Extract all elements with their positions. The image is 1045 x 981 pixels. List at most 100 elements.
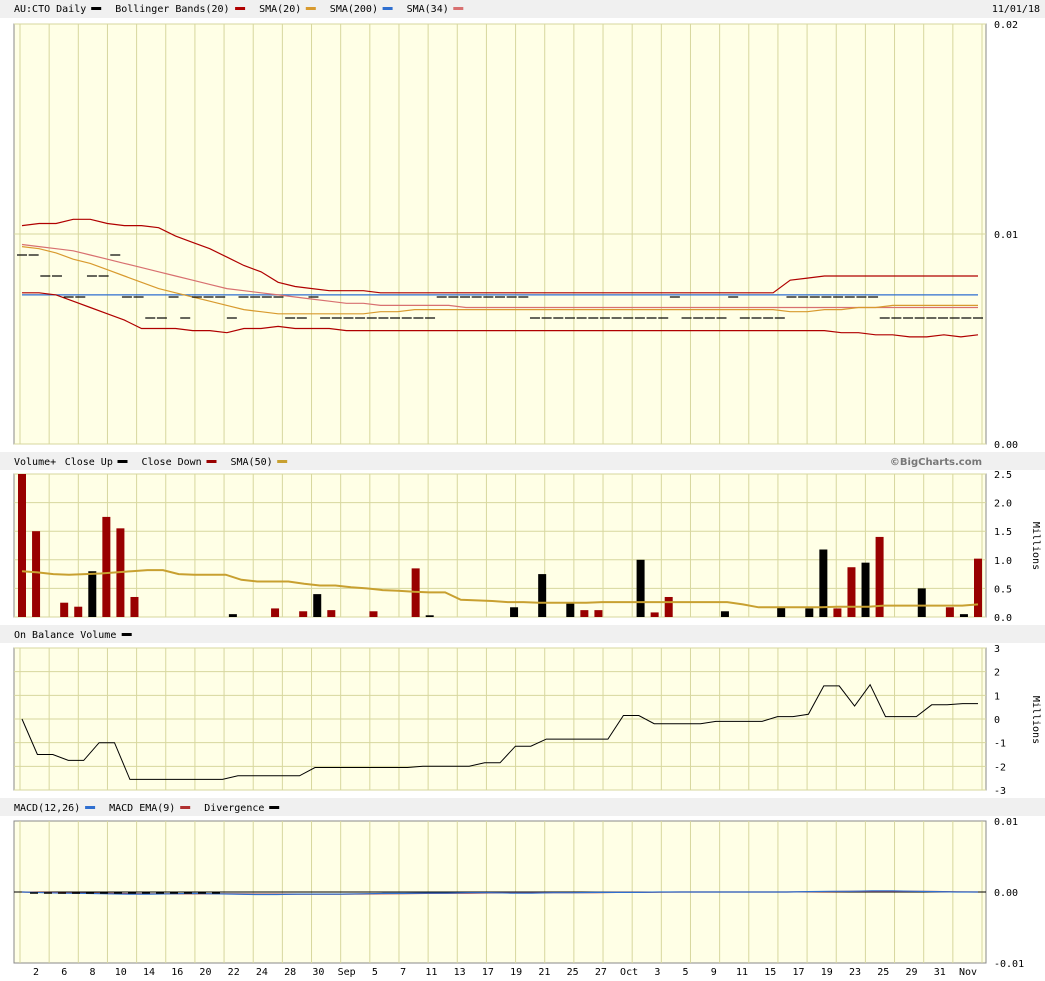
legend-label: Volume+ xyxy=(14,457,56,468)
x-tick-label: 22 xyxy=(228,967,240,978)
x-tick-label: 3 xyxy=(654,967,660,978)
legend-label: AU:CTO Daily xyxy=(14,4,86,15)
volume-bar xyxy=(720,611,729,617)
volume-bar xyxy=(425,615,434,617)
volume-bar xyxy=(130,596,139,617)
volume-y-axis: 2.5 2.0 1.5 1.0 0.5 0.0 xyxy=(994,470,1012,624)
y-tick-label: 0.00 xyxy=(994,888,1018,899)
volume-unit-label: Millions xyxy=(1030,522,1041,570)
chart-date: 11/01/18 xyxy=(992,4,1040,15)
price-y-axis: 0.02 0.01 0.00 xyxy=(994,20,1018,451)
y-tick-label: 0 xyxy=(994,715,1000,726)
x-tick-label: 14 xyxy=(143,967,155,978)
y-tick-label: 1 xyxy=(994,691,1000,702)
volume-bar xyxy=(299,611,308,617)
volume-bar xyxy=(959,614,968,617)
x-tick-label: Sep xyxy=(338,967,356,978)
y-tick-label: 2 xyxy=(994,668,1000,679)
volume-bar xyxy=(580,610,589,617)
y-tick-label: 3 xyxy=(994,644,1000,655)
volume-bar xyxy=(833,608,842,617)
y-tick-label: 0.02 xyxy=(994,20,1018,31)
stock-chart: 11/01/18 0.02 0.01 0.00 AU:CTO Daily Bollin… xyxy=(0,0,1045,978)
x-tick-label: 17 xyxy=(793,967,805,978)
volume-bar xyxy=(313,594,322,617)
volume-bar xyxy=(74,606,83,617)
legend-label: MACD EMA(9) xyxy=(109,803,175,814)
x-tick-label: 2 xyxy=(33,967,39,978)
x-tick-label: 11 xyxy=(425,967,437,978)
y-tick-label: -3 xyxy=(994,786,1006,797)
legend-swatch xyxy=(121,633,132,636)
y-tick-label: 0.01 xyxy=(994,817,1018,828)
legend-swatch xyxy=(180,806,191,809)
volume-bar xyxy=(271,608,280,617)
volume-bar xyxy=(917,588,926,617)
volume-bar xyxy=(974,558,982,617)
volume-bar xyxy=(228,614,237,617)
y-tick-label: 0.5 xyxy=(994,584,1012,595)
volume-bar xyxy=(566,602,575,617)
y-tick-label: -1 xyxy=(994,739,1006,750)
y-tick-label: 1.5 xyxy=(994,527,1012,538)
legend-label: Bollinger Bands(20) xyxy=(115,4,229,15)
y-tick-label: -2 xyxy=(994,762,1006,773)
x-tick-label: 30 xyxy=(312,967,324,978)
x-tick-label: 29 xyxy=(905,967,917,978)
volume-bar xyxy=(327,610,336,617)
x-tick-label: 10 xyxy=(115,967,127,978)
x-tick-label: Oct xyxy=(620,967,638,978)
legend-swatch xyxy=(305,7,316,10)
x-tick-label: 25 xyxy=(877,967,889,978)
x-tick-label: 5 xyxy=(683,967,689,978)
x-tick-label: 19 xyxy=(510,967,522,978)
volume-plot-area[interactable] xyxy=(13,473,987,618)
legend-label: SMA(200) xyxy=(330,4,378,15)
legend-label: Close Down xyxy=(142,457,202,468)
obv-panel: 3 2 1 0 -1 -2 -3 Millions On Balance Volume xyxy=(0,625,1045,797)
volume-bar xyxy=(594,610,603,617)
price-panel: 11/01/18 0.02 0.01 0.00 AU:CTO Daily Bollin… xyxy=(0,0,1045,451)
x-tick-label: 19 xyxy=(821,967,833,978)
obv-header-bar xyxy=(0,625,1045,643)
y-tick-label: 0.01 xyxy=(994,230,1018,241)
x-tick-label: 24 xyxy=(256,967,268,978)
volume-bar xyxy=(369,611,378,617)
x-axis-labels: 2 6 8 10 14 16 20 22 24 28 30 Sep 5 7 11 13 17 19 21 25 27 Oc… xyxy=(33,967,977,978)
volume-bar xyxy=(650,612,659,617)
volume-bar xyxy=(636,559,645,617)
x-tick-label: 15 xyxy=(764,967,776,978)
legend-swatch xyxy=(453,7,464,10)
volume-bar xyxy=(861,562,870,617)
x-tick-label: 8 xyxy=(89,967,95,978)
macd-panel: 0.01 0.00 -0.01 MACD(12,26) MACD EMA(9) Dive… xyxy=(0,798,1045,970)
x-tick-label: 23 xyxy=(849,967,861,978)
legend-swatch xyxy=(91,7,102,10)
x-tick-label: 21 xyxy=(538,967,550,978)
legend-label: SMA(20) xyxy=(259,4,301,15)
legend-label: MACD(12,26) xyxy=(14,803,80,814)
x-tick-label: Nov xyxy=(959,967,977,978)
x-tick-label: 27 xyxy=(595,967,607,978)
x-tick-label: 20 xyxy=(199,967,211,978)
y-tick-label: 2.5 xyxy=(994,470,1012,481)
volume-bar xyxy=(102,516,111,617)
obv-y-axis: 3 2 1 0 -1 -2 -3 xyxy=(994,644,1006,797)
legend-swatch xyxy=(85,806,96,809)
volume-bar xyxy=(805,608,814,617)
x-tick-label: 11 xyxy=(736,967,748,978)
x-tick-label: 6 xyxy=(61,967,67,978)
legend-swatch xyxy=(206,460,217,463)
copyright: ©BigCharts.com xyxy=(890,457,982,468)
x-tick-label: 17 xyxy=(482,967,494,978)
legend-swatch xyxy=(117,460,128,463)
volume-bar xyxy=(32,531,41,617)
legend-label: On Balance Volume xyxy=(14,630,116,641)
volume-bar xyxy=(664,596,673,617)
volume-bar xyxy=(847,567,856,617)
volume-bar xyxy=(945,607,954,617)
macd-y-axis: 0.01 0.00 -0.01 xyxy=(994,817,1024,970)
x-tick-label: 25 xyxy=(567,967,579,978)
legend-label: Close Up xyxy=(65,457,113,468)
legend-swatch xyxy=(382,7,393,10)
